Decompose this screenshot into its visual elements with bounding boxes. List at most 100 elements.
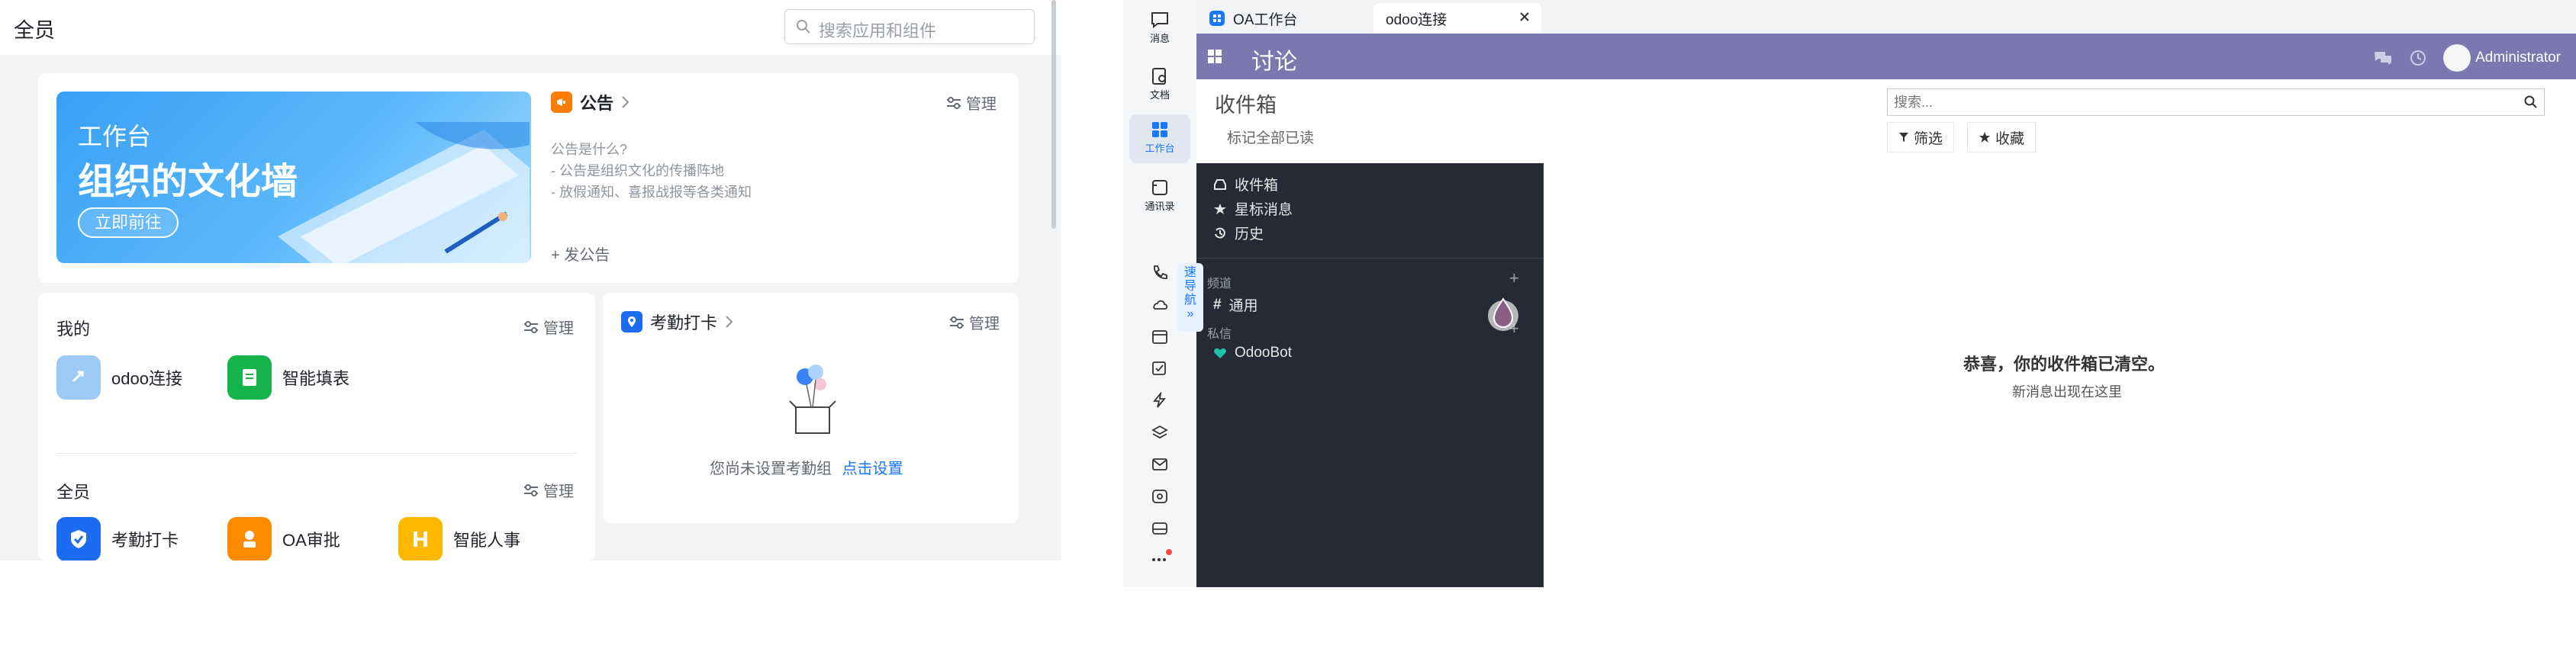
announcement-header[interactable]: 公告 bbox=[551, 90, 630, 114]
odoo-link-icon bbox=[56, 355, 101, 400]
app-label: odoo连接 bbox=[111, 369, 182, 388]
direct-messages-label[interactable]: 私信 bbox=[1207, 323, 1232, 342]
post-announcement-button[interactable]: + 发公告 bbox=[551, 242, 610, 265]
task-check-icon[interactable] bbox=[1151, 360, 1169, 377]
odoo-navbar: 讨论 Administrator bbox=[1196, 34, 2576, 79]
hashtag-icon: # bbox=[1213, 296, 1222, 313]
app-odoo-link[interactable]: odoo连接 bbox=[56, 355, 182, 400]
app-attendance[interactable]: 考勤打卡 bbox=[56, 517, 179, 560]
manage-label: 管理 bbox=[543, 483, 574, 500]
add-channel-icon[interactable]: + bbox=[1509, 268, 1519, 288]
banner-go-button[interactable]: 立即前往 bbox=[78, 207, 179, 238]
announcement-manage-button[interactable]: 管理 bbox=[946, 92, 997, 114]
star-icon bbox=[1213, 203, 1227, 215]
lightning-icon[interactable] bbox=[1151, 392, 1169, 409]
mail-icon[interactable] bbox=[1151, 456, 1169, 473]
app-smart-hr[interactable]: 智能人事 bbox=[398, 517, 520, 560]
chevron-right-icon bbox=[621, 95, 630, 109]
app-smart-form[interactable]: 智能填表 bbox=[227, 355, 349, 400]
dm-odoobot[interactable]: OdooBot bbox=[1213, 345, 1292, 361]
announcement-title: 公告 bbox=[580, 94, 614, 113]
settings-sliders-icon bbox=[523, 483, 539, 497]
document-icon bbox=[1129, 67, 1190, 85]
tab-label: OA工作台 bbox=[1233, 11, 1298, 28]
app-oa-approval[interactable]: OA审批 bbox=[227, 517, 340, 560]
phone-icon[interactable] bbox=[1151, 264, 1169, 281]
chat-bubbles-icon[interactable] bbox=[2373, 50, 2393, 66]
divider bbox=[56, 453, 577, 454]
odoo-app-title[interactable]: 讨论 bbox=[1251, 43, 1297, 76]
tab-oa-workbench[interactable]: OA工作台 bbox=[1196, 3, 1309, 34]
sidebar-item-starred[interactable]: 星标消息 bbox=[1213, 198, 1293, 219]
heart-icon bbox=[1213, 347, 1227, 359]
culture-banner[interactable]: 工作台 组织的文化墙 立即前往 bbox=[56, 92, 531, 263]
filter-button[interactable]: 筛选 bbox=[1887, 122, 1955, 153]
mini-program-icon[interactable] bbox=[1151, 488, 1169, 505]
star-icon bbox=[1979, 131, 1991, 143]
layers-icon[interactable] bbox=[1151, 424, 1169, 441]
filter-label: 筛选 bbox=[1914, 130, 1943, 147]
cloud-icon[interactable] bbox=[1151, 296, 1169, 313]
announcement-card: 工作台 组织的文化墙 立即前往 公告 管理 公告是什么? - 公告是组织文化的传… bbox=[38, 73, 1019, 283]
channels-label[interactable]: 频道 bbox=[1207, 273, 1232, 291]
search-input[interactable] bbox=[1888, 89, 2506, 115]
mark-all-read-button[interactable]: 标记全部已读 bbox=[1227, 127, 1314, 147]
sidebar-item-contacts[interactable]: 通讯录 bbox=[1129, 178, 1190, 213]
sidebar-label: 星标消息 bbox=[1235, 202, 1293, 218]
user-name: Administrator bbox=[2475, 50, 2561, 66]
workbench-header: 全员 搜索应用和组件 bbox=[0, 0, 1061, 55]
my-apps-title: 我的 bbox=[56, 320, 91, 339]
quick-nav-tab[interactable]: 速导航 » bbox=[1177, 263, 1203, 332]
inbox-icon bbox=[1213, 178, 1227, 191]
floating-drop-icon[interactable] bbox=[1486, 294, 1520, 332]
settings-sliders-icon bbox=[949, 316, 964, 329]
sidebar-label: 通讯录 bbox=[1145, 201, 1175, 212]
message-icon bbox=[1129, 11, 1190, 29]
settings-sliders-icon bbox=[946, 96, 961, 110]
empty-inbox-title: 恭喜，你的收件箱已清空。 bbox=[1963, 355, 2165, 374]
sidebar-label: 历史 bbox=[1235, 226, 1264, 242]
more-icon[interactable] bbox=[1151, 549, 1172, 564]
announcement-description: 公告是什么? - 公告是组织文化的传播阵地 - 放假通知、喜报战报等各类通知 bbox=[551, 139, 752, 203]
user-menu[interactable]: Administrator bbox=[2443, 44, 2561, 72]
quick-nav-label: 速导航 bbox=[1183, 266, 1196, 307]
scrollbar[interactable] bbox=[1051, 0, 1056, 229]
calendar-icon[interactable] bbox=[1151, 328, 1169, 345]
sidebar-item-inbox[interactable]: 收件箱 bbox=[1213, 174, 1278, 194]
attendance-setup-link[interactable]: 点击设置 bbox=[842, 461, 903, 477]
sidebar-item-history[interactable]: 历史 bbox=[1213, 223, 1264, 243]
inbox-tray-icon[interactable] bbox=[1151, 520, 1169, 537]
settings-sliders-icon bbox=[523, 320, 539, 334]
search-icon[interactable] bbox=[2524, 95, 2538, 109]
favorite-button[interactable]: 收藏 bbox=[1967, 122, 2037, 153]
attendance-manage-button[interactable]: 管理 bbox=[949, 311, 1000, 333]
discuss-sidebar: 收件箱 星标消息 历史 频道 + # 通用 私信 + OdooBot bbox=[1196, 163, 1544, 587]
empty-gift-box-icon bbox=[789, 365, 836, 434]
tab-odoo-link[interactable]: odoo连接 bbox=[1373, 3, 1541, 34]
tab-label: odoo连接 bbox=[1386, 11, 1447, 28]
message-area: 恭喜，你的收件箱已清空。 新消息出现在这里 bbox=[1544, 163, 2576, 587]
search-input[interactable]: 搜索应用和组件 bbox=[784, 9, 1035, 44]
clock-icon[interactable] bbox=[2410, 50, 2426, 66]
manage-label: 管理 bbox=[543, 320, 574, 337]
all-apps-manage-button[interactable]: 管理 bbox=[523, 479, 574, 501]
channel-label: 通用 bbox=[1228, 298, 1258, 314]
attendance-card: 考勤打卡 管理 您尚未设置考勤组 点击设置 bbox=[603, 293, 1019, 523]
workbench-panel: 全员 搜索应用和组件 工作台 组织的文化墙 立即前往 公告 管理 公告是什么? … bbox=[0, 0, 1061, 560]
chevron-right-icon bbox=[725, 315, 734, 329]
search-field[interactable] bbox=[1887, 88, 2545, 116]
control-panel: 收件箱 标记全部已读 筛选 收藏 bbox=[1196, 79, 2576, 164]
sidebar-item-workbench[interactable]: 工作台 bbox=[1129, 114, 1190, 163]
my-apps-manage-button[interactable]: 管理 bbox=[523, 316, 574, 338]
apps-grid-icon[interactable] bbox=[1207, 49, 1222, 64]
sidebar-item-documents[interactable]: 文档 bbox=[1129, 67, 1190, 101]
channel-general[interactable]: # 通用 bbox=[1213, 294, 1258, 315]
attendance-empty-text: 您尚未设置考勤组 bbox=[710, 461, 832, 477]
sidebar-item-messages[interactable]: 消息 bbox=[1129, 11, 1190, 45]
close-icon[interactable] bbox=[1518, 11, 1531, 23]
all-apps-title: 全员 bbox=[56, 483, 91, 502]
attendance-header[interactable]: 考勤打卡 bbox=[621, 310, 734, 334]
inbox-title: 收件箱 bbox=[1215, 94, 1277, 117]
app-label: 智能人事 bbox=[453, 531, 521, 550]
announcement-line: - 放假通知、喜报战报等各类通知 bbox=[551, 185, 752, 200]
